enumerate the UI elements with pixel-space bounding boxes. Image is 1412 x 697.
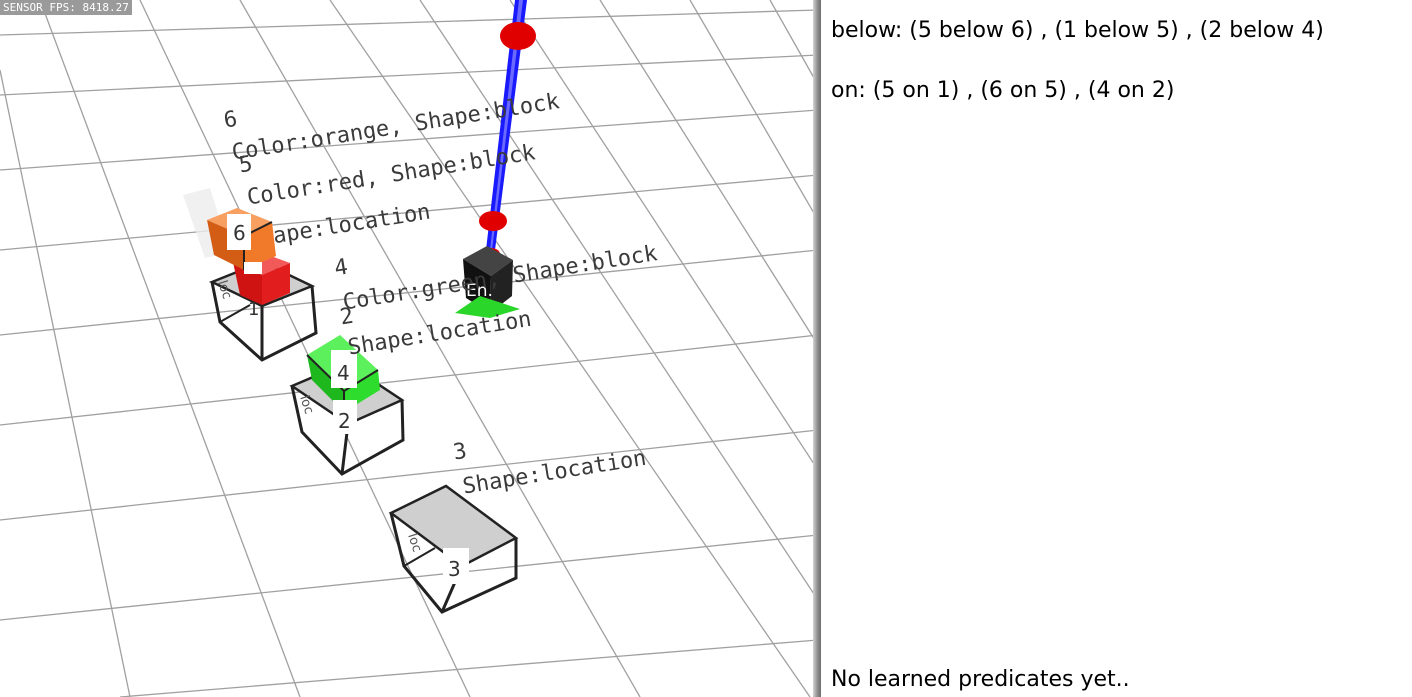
location-3-tag: 3	[448, 557, 461, 581]
obj-3-id-label: 3	[452, 439, 469, 466]
obj-6-id-label: 6	[222, 107, 239, 134]
scene-canvas: 6 1 loc 4 2 loc 3 loc En. 6 Color:orange…	[0, 0, 818, 697]
below-predicates: below: (5 below 6) , (1 below 5) , (2 be…	[831, 18, 1324, 43]
obj-2-description: Shape:location	[346, 307, 533, 361]
panel-splitter[interactable]	[813, 0, 821, 697]
obj-3-description: Shape:location	[461, 446, 648, 500]
location-1-tag: 1	[248, 299, 259, 320]
on-predicates: on: (5 on 1) , (6 on 5) , (4 on 2)	[831, 78, 1175, 103]
obj-4-id-label: 4	[333, 255, 350, 282]
block-6-tag: 6	[233, 221, 246, 245]
learned-predicates-status: No learned predicates yet..	[831, 667, 1130, 692]
block-4-tag: 4	[337, 361, 350, 385]
scene-viewport[interactable]: 6 1 loc 4 2 loc 3 loc En. 6 Color:orange…	[0, 0, 818, 697]
predicates-panel: below: (5 below 6) , (1 below 5) , (2 be…	[821, 0, 1412, 697]
obj-1-description: ape:location	[271, 200, 432, 250]
arm-joint-lower	[479, 211, 507, 231]
arm-joint-upper	[500, 22, 536, 50]
location-2-tag: 2	[338, 409, 351, 433]
sensor-fps-readout: SENSOR FPS: 8418.27	[0, 0, 132, 15]
